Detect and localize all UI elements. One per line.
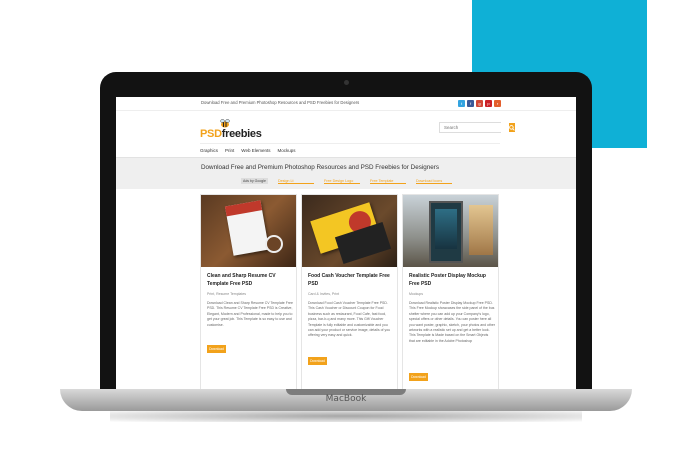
hero-link[interactable]: Design Lt (277, 179, 314, 184)
nav-item-graphics[interactable]: Graphics (200, 144, 225, 155)
laptop-shadow (110, 410, 582, 422)
card-meta: Card & Invites, Print (308, 292, 340, 296)
search-icon (509, 124, 515, 131)
google-plus-icon[interactable]: g (476, 100, 483, 107)
logo-text: PSDfreebies (200, 128, 262, 140)
main-nav: Graphics Print Web Elements Mockups (200, 143, 500, 155)
facebook-icon[interactable]: f (467, 100, 474, 107)
card-description: Download Food Cash Voucher Template Free… (308, 301, 391, 338)
street-light (469, 205, 493, 255)
nav-item-mockups[interactable]: Mockups (277, 144, 302, 155)
nav-item-web-elements[interactable]: Web Elements (241, 144, 277, 155)
hero-links: Ads by Google Design Lt Free Design Logo… (241, 178, 452, 184)
ads-badge: Ads by Google (241, 178, 268, 184)
hero-link[interactable]: Download Icons (415, 179, 452, 184)
social-icons: tfgpr (458, 100, 501, 107)
hero-link[interactable]: Free Design Logo (323, 179, 360, 184)
post-card: Realistic Poster Display Mockup Free PSD… (402, 194, 499, 392)
coffee-cup (265, 235, 283, 253)
resume-header (224, 200, 263, 217)
resume-sheet (224, 200, 270, 256)
logo-freebies: freebies (221, 128, 262, 140)
poster-content (435, 209, 457, 249)
card-meta: Print, Resume Templates (207, 292, 247, 296)
twitter-icon[interactable]: t (458, 100, 465, 107)
card-thumbnail[interactable] (302, 195, 397, 267)
logo-psd: PSD (200, 128, 222, 140)
card-title[interactable]: Clean and Sharp Resume CV Template Free … (207, 272, 293, 288)
card-description: Download Realistic Poster Display Mockup… (409, 301, 495, 343)
camera-icon (344, 80, 349, 85)
pinterest-icon[interactable]: p (485, 100, 492, 107)
rss-icon[interactable]: r (494, 100, 501, 107)
post-card: Food Cash Voucher Template Free PSD Card… (301, 194, 398, 392)
card-description: Download Clean and Sharp Resume CV Templ… (207, 301, 293, 327)
laptop-brand-label: MacBook (325, 394, 367, 404)
bee-icon (220, 119, 230, 128)
hero-link[interactable]: Free Template (369, 179, 406, 184)
site-topbar: Download Free and Premium Photoshop Reso… (116, 97, 576, 111)
nav-item-print[interactable]: Print (225, 144, 241, 155)
download-button[interactable]: Download (207, 345, 226, 353)
hero-title: Download Free and Premium Photoshop Reso… (201, 164, 439, 171)
site-logo[interactable]: PSDfreebies (200, 119, 262, 141)
hero-banner: Download Free and Premium Photoshop Reso… (116, 157, 576, 189)
search-button[interactable] (509, 123, 515, 132)
download-button[interactable]: Download (308, 357, 327, 365)
card-title[interactable]: Realistic Poster Display Mockup Free PSD (409, 272, 495, 288)
post-card: Clean and Sharp Resume CV Template Free … (200, 194, 297, 392)
search-input[interactable] (440, 123, 509, 132)
download-button[interactable]: Download (409, 373, 428, 381)
poster-display (429, 201, 463, 263)
card-meta: Mockups (409, 292, 424, 296)
search-box (439, 122, 515, 133)
card-thumbnail[interactable] (201, 195, 296, 267)
card-thumbnail[interactable] (403, 195, 498, 267)
laptop-bezel: Download Free and Premium Photoshop Reso… (100, 72, 592, 402)
site-tagline: Download Free and Premium Photoshop Reso… (201, 100, 360, 105)
laptop-screen: Download Free and Premium Photoshop Reso… (116, 97, 576, 392)
marketing-stage: Download Free and Premium Photoshop Reso… (0, 0, 692, 456)
post-cards: Clean and Sharp Resume CV Template Free … (200, 194, 502, 392)
card-title[interactable]: Food Cash Voucher Template Free PSD (308, 272, 394, 288)
